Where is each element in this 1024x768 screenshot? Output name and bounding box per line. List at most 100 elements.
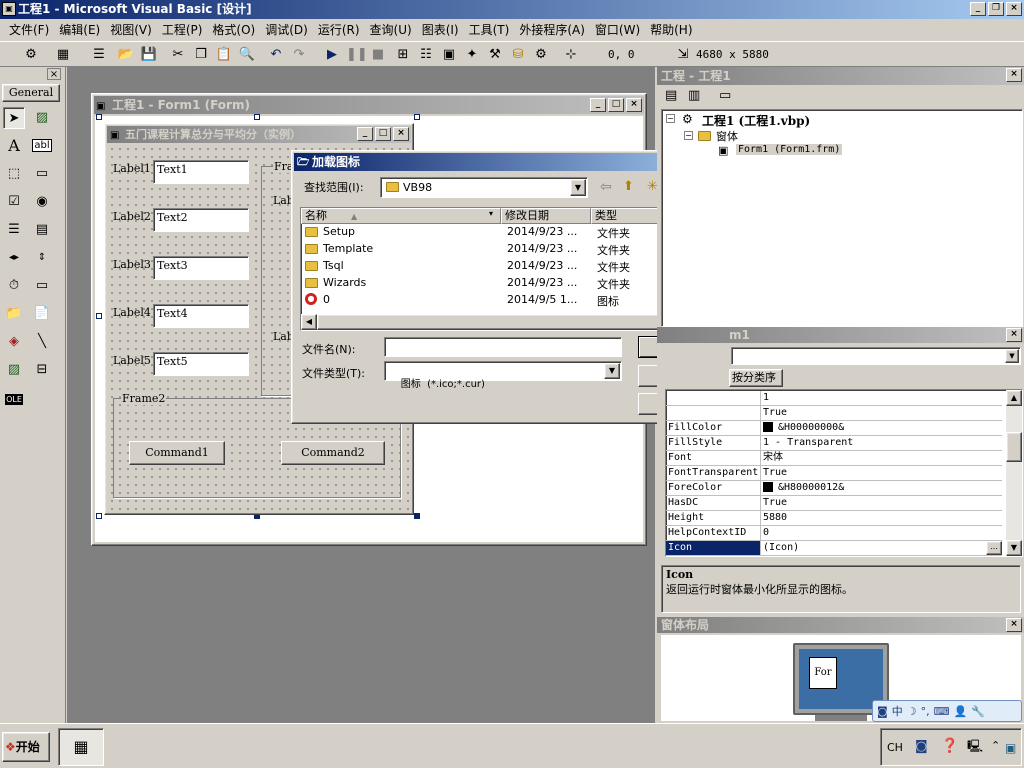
column-name[interactable]: 名称 ▲ <box>301 208 501 224</box>
taskbar-vb-button[interactable]: ▦ <box>58 728 104 766</box>
form-window-close-button[interactable]: × <box>626 98 642 112</box>
open-project-icon[interactable]: 📂 <box>117 46 135 64</box>
label2[interactable]: Label2 <box>113 210 151 223</box>
ime-punctuation-icon[interactable]: °, <box>921 705 930 718</box>
property-grid[interactable]: 1 True FillColor &H00000000& FillStyle 1 -… <box>665 389 1023 557</box>
property-row[interactable]: FillStyle 1 - Transparent <box>666 436 1002 451</box>
scroll-up-icon[interactable]: ▲ <box>1006 390 1022 406</box>
property-row-selected[interactable]: Icon (Icon)… <box>666 541 1002 556</box>
copy-icon[interactable]: ❐ <box>192 46 210 64</box>
text3[interactable]: Text3 <box>153 256 249 280</box>
commandbutton-tool-icon[interactable]: ▭ <box>31 163 53 185</box>
find-icon[interactable]: 🔍 <box>238 46 256 64</box>
toggle-folders-icon[interactable]: ▭ <box>719 88 731 103</box>
form-layout-icon[interactable]: ▣ <box>440 46 458 64</box>
undo-icon[interactable]: ↶ <box>267 46 285 64</box>
ime-user-icon[interactable]: 👤 <box>953 705 967 718</box>
text1[interactable]: Text1 <box>153 160 249 184</box>
column-date[interactable]: 修改日期 <box>501 208 591 224</box>
text2[interactable]: Text2 <box>153 208 249 232</box>
properties-window-icon[interactable]: ☷ <box>417 46 435 64</box>
tree-collapse-icon[interactable]: − <box>684 131 693 140</box>
label3[interactable]: Label3 <box>113 258 151 271</box>
text5[interactable]: Text5 <box>153 352 249 376</box>
view-code-icon[interactable]: ▤ <box>665 88 677 103</box>
property-row[interactable]: ForeColor &H80000012& <box>666 481 1002 496</box>
property-row[interactable]: Font 宋体 <box>666 451 1002 466</box>
project-close-button[interactable]: × <box>1006 68 1022 82</box>
filename-input[interactable] <box>384 337 622 357</box>
redo-icon[interactable]: ↷ <box>290 46 308 64</box>
listbox-tool-icon[interactable]: ▤ <box>31 219 53 241</box>
object-combo[interactable]: ▼ <box>731 347 1021 365</box>
pointer-tool-icon[interactable]: ➤ <box>3 107 25 129</box>
add-project-icon[interactable]: ⚙ <box>22 46 40 64</box>
resize-handle[interactable] <box>414 114 420 120</box>
property-row[interactable]: FillColor &H00000000& <box>666 421 1002 436</box>
restore-button[interactable]: ❐ <box>988 2 1004 16</box>
network-tray-icon[interactable]: ▣ <box>1005 741 1016 755</box>
property-row[interactable]: Height 5880 <box>666 511 1002 526</box>
resize-handle[interactable] <box>96 114 102 120</box>
property-vscrollbar[interactable]: ▲ ▼ <box>1006 390 1022 556</box>
object-combo-dropdown-icon[interactable]: ▼ <box>1005 349 1019 363</box>
command1-button[interactable]: Command1 <box>129 441 225 465</box>
scroll-left-icon[interactable]: ◀ <box>301 314 317 330</box>
form-window-minimize-button[interactable]: _ <box>590 98 606 112</box>
project-root[interactable]: 工程1 (工程1.vbp) <box>702 112 810 129</box>
toolbox-close-icon[interactable]: × <box>47 68 61 80</box>
filetype-dropdown-icon[interactable]: ▼ <box>604 363 620 379</box>
filelistbox-tool-icon[interactable]: 📄 <box>31 303 53 325</box>
ime-settings-icon[interactable]: 🔧 <box>971 705 985 718</box>
toolbox-icon[interactable]: ⚒ <box>486 46 504 64</box>
menu-edit[interactable]: 编辑(E) <box>54 21 105 39</box>
menu-view[interactable]: 视图(V) <box>105 21 157 39</box>
minimize-button[interactable]: _ <box>970 2 986 16</box>
text4[interactable]: Text4 <box>153 304 249 328</box>
forms-folder[interactable]: 窗体 <box>716 128 738 144</box>
resize-handle[interactable] <box>96 513 102 519</box>
resize-handle[interactable] <box>96 313 102 319</box>
tree-collapse-icon[interactable]: − <box>666 114 675 123</box>
start-icon[interactable]: ▶ <box>323 46 341 64</box>
clipboard-tray-icon[interactable]: 🖳 <box>967 737 983 758</box>
frame-tool-icon[interactable]: ⬚ <box>3 163 25 185</box>
filetype-combo[interactable]: 图标 (*.ico;*.cur) ▼ <box>384 361 622 390</box>
menu-format[interactable]: 格式(O) <box>207 21 260 39</box>
menu-tools[interactable]: 工具(T) <box>464 21 515 39</box>
line-tool-icon[interactable]: ╲ <box>31 331 53 353</box>
menu-debug[interactable]: 调试(D) <box>260 21 313 39</box>
look-in-dropdown-icon[interactable]: ▼ <box>570 179 586 196</box>
scroll-thumb[interactable] <box>1006 432 1022 462</box>
start-button[interactable]: ❖开始 <box>2 732 50 762</box>
drivelistbox-tool-icon[interactable]: ▭ <box>31 275 53 297</box>
add-form-icon[interactable]: ▦ <box>54 46 72 64</box>
label5[interactable]: Label5 <box>113 354 151 367</box>
label1[interactable]: Label1 <box>113 162 151 175</box>
label-tool-icon[interactable]: A <box>3 135 25 157</box>
menu-editor-icon[interactable]: ☰ <box>90 46 108 64</box>
look-in-combo[interactable]: VB98 ▼ <box>380 177 588 198</box>
column-name-filter-icon[interactable]: ▾ <box>489 209 493 218</box>
property-row[interactable]: FontTransparent True <box>666 466 1002 481</box>
data-tool-icon[interactable]: ⊟ <box>31 359 53 381</box>
combobox-tool-icon[interactable]: ☰ <box>3 219 25 241</box>
property-row[interactable]: HasDC True <box>666 496 1002 511</box>
ime-chinese-mode[interactable]: 中 <box>892 703 903 719</box>
ime-keyboard-icon[interactable]: ⌨ <box>934 705 950 718</box>
form-position-preview[interactable]: For <box>809 657 837 689</box>
menu-file[interactable]: 文件(F) <box>4 21 54 39</box>
form1-item[interactable]: Form1 (Form1.frm) <box>736 144 843 155</box>
ime-logo-icon[interactable]: ◙ <box>877 705 888 718</box>
object-browser-icon[interactable]: ✦ <box>463 46 481 64</box>
scroll-down-icon[interactable]: ▼ <box>1006 540 1022 556</box>
end-icon[interactable]: ■ <box>369 46 387 64</box>
close-button[interactable]: × <box>1006 2 1022 16</box>
menu-query[interactable]: 查询(U) <box>365 21 417 39</box>
property-row[interactable]: HelpContextID 0 <box>666 526 1002 541</box>
show-hidden-icons[interactable]: ⌃ <box>991 739 1000 752</box>
form-window-maximize-button[interactable]: □ <box>608 98 624 112</box>
view-object-icon[interactable]: ▥ <box>688 88 700 103</box>
properties-close-button[interactable]: × <box>1006 328 1022 342</box>
menu-project[interactable]: 工程(P) <box>157 21 208 39</box>
